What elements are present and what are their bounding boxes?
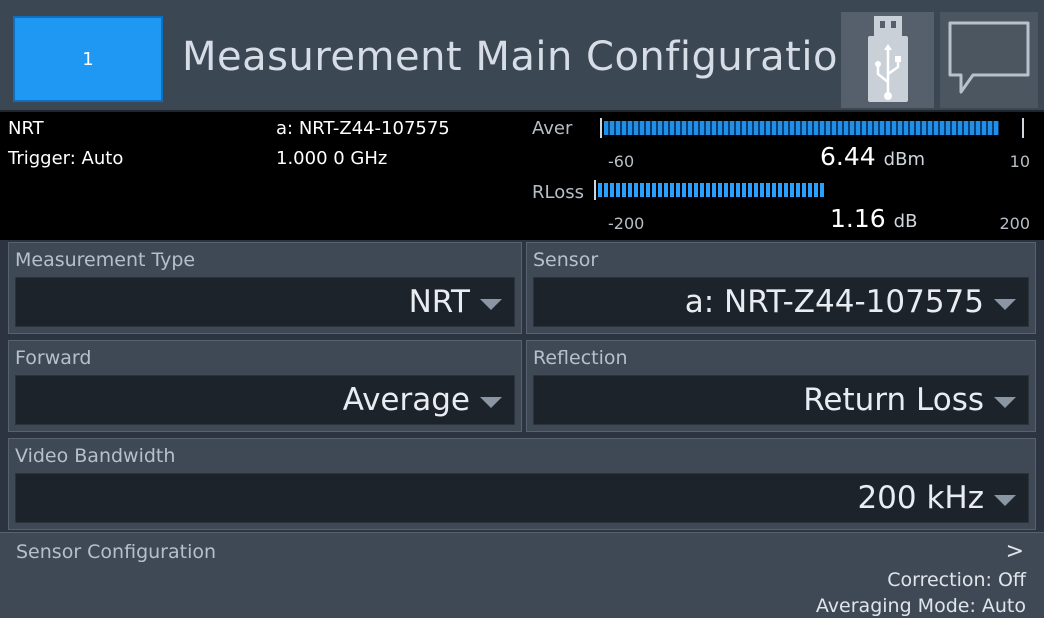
reflection-field[interactable]: Reflection Return Loss xyxy=(526,340,1036,432)
chevron-down-icon xyxy=(994,494,1016,506)
sensor-field-label: Sensor xyxy=(533,249,599,271)
measurement-type-value: NRT xyxy=(408,284,470,320)
video-bandwidth-value: 200 kHz xyxy=(857,480,984,516)
aver-value: 6.44 dBm xyxy=(820,142,925,171)
screen-number-label: 1 xyxy=(82,48,94,70)
title-bar: 1 Measurement Main Configuration xyxy=(0,0,1044,112)
sensor-field[interactable]: Sensor a: NRT-Z44-107575 xyxy=(526,242,1036,334)
sensor-label: a: NRT-Z44-107575 xyxy=(276,118,450,139)
video-bandwidth-select[interactable]: 200 kHz xyxy=(15,473,1029,523)
rloss-max: 200 xyxy=(999,214,1030,233)
forward-value: Average xyxy=(342,382,470,418)
page-title: Measurement Main Configuration xyxy=(182,34,864,80)
rloss-min: -200 xyxy=(608,214,645,233)
measurement-type-field[interactable]: Measurement Type NRT xyxy=(8,242,522,334)
reflection-label: Reflection xyxy=(533,347,628,369)
chevron-down-icon xyxy=(994,298,1016,310)
video-bandwidth-field[interactable]: Video Bandwidth 200 kHz xyxy=(8,438,1036,530)
reflection-value: Return Loss xyxy=(803,382,984,418)
speech-bubble-icon xyxy=(947,20,1031,100)
chevron-down-icon xyxy=(480,396,502,408)
rloss-bar xyxy=(594,180,826,200)
reflection-select[interactable]: Return Loss xyxy=(533,375,1029,425)
usb-icon xyxy=(863,12,913,108)
aver-bar xyxy=(600,118,1024,138)
aver-min: -60 xyxy=(608,152,635,171)
rloss-bar-fill xyxy=(598,183,824,197)
status-panel: NRT Trigger: Auto a: NRT-Z44-107575 1.00… xyxy=(0,112,1044,240)
screen-number-button[interactable]: 1 xyxy=(13,16,163,102)
usb-button[interactable] xyxy=(841,12,934,108)
frequency-label: 1.000 0 GHz xyxy=(276,148,388,169)
chevron-down-icon xyxy=(994,396,1016,408)
forward-label: Forward xyxy=(15,347,92,369)
sensor-configuration-label: Sensor Configuration xyxy=(16,541,217,563)
aver-max: 10 xyxy=(1009,152,1030,171)
measurement-type-label: Measurement Type xyxy=(15,249,196,271)
message-button[interactable] xyxy=(940,12,1038,108)
sensor-select[interactable]: a: NRT-Z44-107575 xyxy=(533,277,1029,327)
correction-status: Correction: Off xyxy=(887,569,1026,591)
trigger-label: Trigger: Auto xyxy=(8,148,124,169)
video-bandwidth-label: Video Bandwidth xyxy=(15,445,176,467)
aver-label: Aver xyxy=(532,118,573,139)
aver-bar-fill xyxy=(604,121,1000,135)
sensor-value: a: NRT-Z44-107575 xyxy=(684,284,984,320)
mode-label: NRT xyxy=(8,118,44,139)
averaging-mode-status: Averaging Mode: Auto xyxy=(815,595,1026,617)
sensor-configuration-row[interactable]: Sensor Configuration > Correction: Off A… xyxy=(0,532,1044,618)
measurement-type-select[interactable]: NRT xyxy=(15,277,515,327)
chevron-down-icon xyxy=(480,298,502,310)
chevron-right-icon: > xyxy=(1005,539,1024,564)
forward-select[interactable]: Average xyxy=(15,375,515,425)
rloss-label: RLoss xyxy=(532,182,584,203)
rloss-value: 1.16 dB xyxy=(830,204,918,233)
forward-field[interactable]: Forward Average xyxy=(8,340,522,432)
